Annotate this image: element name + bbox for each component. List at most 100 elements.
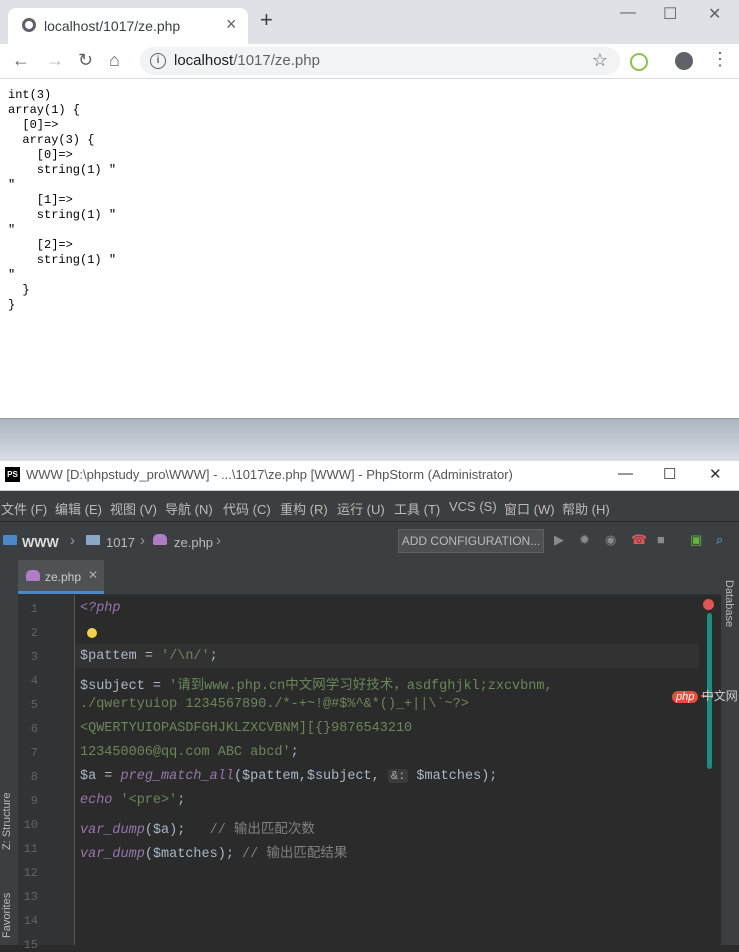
menu-code[interactable]: 代码 (C) <box>223 499 271 518</box>
breadcrumb-file[interactable]: ze.php <box>174 535 213 550</box>
chevron-right-icon: › <box>70 532 75 549</box>
listen-debug-icon[interactable]: ☎ <box>631 533 647 547</box>
php-file-icon <box>153 534 167 545</box>
menu-help[interactable]: 帮助 (H) <box>562 499 610 518</box>
line-number: 6 <box>30 722 38 736</box>
error-indicator-icon[interactable] <box>703 599 714 610</box>
minimize-icon[interactable]: — <box>620 4 636 22</box>
ide-close-icon[interactable]: ✕ <box>709 465 722 483</box>
watermark-text: 中文网 <box>701 689 738 703</box>
menu-kebab-icon[interactable]: ⋮ <box>711 50 729 68</box>
code-line-11: var_dump($matches); // 输出匹配结果 <box>80 841 347 862</box>
address-bar[interactable]: i localhost/1017/ze.php ☆ <box>140 47 620 75</box>
code-string: '/\n/' <box>161 649 210 664</box>
menu-file[interactable]: 文件 (F) <box>1 499 47 518</box>
close-tab-icon[interactable]: ✕ <box>88 568 98 582</box>
maximize-icon[interactable]: ☐ <box>663 4 677 24</box>
code-comment: // 输出匹配结果 <box>233 847 348 862</box>
profile-avatar-icon[interactable] <box>675 52 693 70</box>
code-var: $subject <box>80 679 145 694</box>
line-number: 10 <box>23 818 38 832</box>
forward-icon[interactable]: → <box>46 50 64 70</box>
navigation-bar: WWW › 1017 › ze.php › ADD CONFIGURATION.… <box>0 521 739 561</box>
line-number: 2 <box>30 626 38 640</box>
new-tab-button[interactable]: + <box>260 9 273 31</box>
code-args: ($a); <box>144 823 186 838</box>
code-op: = <box>136 649 162 664</box>
line-number: 7 <box>30 746 38 760</box>
debug-icon[interactable]: ✹ <box>579 533 590 547</box>
line-number: 11 <box>23 842 38 856</box>
line-number-gutter: 1 2 3 4 5 6 7 8 9 10 11 12 13 14 15 <box>18 595 75 952</box>
code-string: 123450006@qq.com ABC abcd' <box>80 745 291 760</box>
code-args: ($matches); <box>144 847 234 862</box>
menu-view[interactable]: 视图 (V) <box>110 499 157 518</box>
code-function: preg_match_all <box>120 769 234 784</box>
code-op: ; <box>209 649 218 664</box>
watermark: php 中文网 <box>672 687 738 704</box>
structure-tool-button[interactable]: Z: Structure <box>1 793 13 850</box>
php-file-icon <box>26 570 40 581</box>
code-line-4: $subject = '请到www.php.cn中文网学习好技术，asdfghj… <box>80 673 553 694</box>
tab-strip: localhost/1017/ze.php × + — ☐ ✕ <box>0 0 739 44</box>
code-line-1: <?php <box>80 601 121 616</box>
parameter-hint: &: <box>387 769 409 783</box>
extension-icon[interactable] <box>630 53 648 71</box>
ide-maximize-icon[interactable]: ☐ <box>663 465 676 483</box>
code-line-8: $a = preg_match_all($pattem,$subject, &:… <box>80 769 497 784</box>
code-string: '请到www.php.cn中文网学习好技术，asdfghjkl;zxcvbnm, <box>169 679 553 694</box>
code-line-5: ./qwertyuiop 1234567890./*-+~!@#$%^&*()_… <box>80 697 469 712</box>
code-op: = <box>144 679 170 694</box>
code-string: '<pre>' <box>112 793 178 808</box>
project-icon <box>3 535 17 545</box>
code-line-7: 123450006@qq.com ABC abcd'; <box>80 745 299 760</box>
php-open-tag: <?php <box>80 601 121 616</box>
line-number: 13 <box>23 890 38 904</box>
search-icon[interactable]: ⌕ <box>716 533 723 547</box>
info-icon[interactable]: i <box>150 53 166 69</box>
favorites-tool-button[interactable]: Favorites <box>1 893 13 938</box>
menu-tools[interactable]: 工具 (T) <box>394 499 440 518</box>
home-icon[interactable]: ⌂ <box>109 50 120 70</box>
breadcrumb-folder[interactable]: 1017 <box>106 535 135 550</box>
breadcrumb-www[interactable]: WWW <box>22 535 59 550</box>
line-number: 8 <box>30 770 38 784</box>
code-string: ./qwertyuiop 1234567890./*-+~!@#$%^&*()_… <box>80 697 469 712</box>
line-number: 14 <box>23 914 38 928</box>
back-icon[interactable]: ← <box>12 50 30 70</box>
line-number: 4 <box>30 674 38 688</box>
tab-ze-php[interactable]: ze.php ✕ <box>18 560 104 594</box>
code-editor[interactable]: <?php $pattem = '/\n/'; $subject = '请到ww… <box>75 595 699 945</box>
code-var: $a <box>80 769 97 784</box>
lightbulb-icon[interactable] <box>87 628 97 638</box>
code-args: ($pattem,$subject, <box>233 769 388 784</box>
browser-tab[interactable]: localhost/1017/ze.php × <box>8 8 248 44</box>
database-tool-button[interactable]: Database <box>723 580 735 627</box>
ide-title: WWW [D:\phpstudy_pro\WWW] - ...\1017\ze.… <box>26 467 513 482</box>
stop-icon[interactable]: ■ <box>657 533 665 547</box>
chevron-right-icon: › <box>216 532 221 549</box>
close-tab-icon[interactable]: × <box>226 14 237 35</box>
coverage-icon[interactable]: ◉ <box>605 533 616 547</box>
ide-minimize-icon[interactable]: — <box>618 465 633 482</box>
browser-window: localhost/1017/ze.php × + — ☐ ✕ ← → ↻ ⌂ … <box>0 0 739 419</box>
add-configuration-button[interactable]: ADD CONFIGURATION... <box>398 529 544 553</box>
terminal-icon[interactable]: ▣ <box>690 533 702 547</box>
close-window-icon[interactable]: ✕ <box>708 4 721 24</box>
menu-bar: 文件 (F) 编辑 (E) 视图 (V) 导航 (N) 代码 (C) 重构 (R… <box>0 491 739 521</box>
bookmark-star-icon[interactable]: ☆ <box>592 50 608 71</box>
code-op: = <box>96 769 121 784</box>
menu-vcs[interactable]: VCS (S) <box>449 499 497 514</box>
url-text[interactable]: localhost/1017/ze.php <box>174 52 320 69</box>
tab-title: localhost/1017/ze.php <box>44 18 181 34</box>
menu-run[interactable]: 运行 (U) <box>337 499 385 518</box>
menu-navigate[interactable]: 导航 (N) <box>165 499 213 518</box>
editor-tabs: ze.php ✕ <box>18 560 739 595</box>
code-function: var_dump <box>80 823 145 838</box>
code-op: ; <box>177 793 186 808</box>
reload-icon[interactable]: ↻ <box>78 50 93 70</box>
run-icon[interactable]: ▶ <box>554 533 564 547</box>
menu-edit[interactable]: 编辑 (E) <box>55 499 102 518</box>
menu-window[interactable]: 窗口 (W) <box>504 499 555 518</box>
menu-refactor[interactable]: 重构 (R) <box>280 499 328 518</box>
